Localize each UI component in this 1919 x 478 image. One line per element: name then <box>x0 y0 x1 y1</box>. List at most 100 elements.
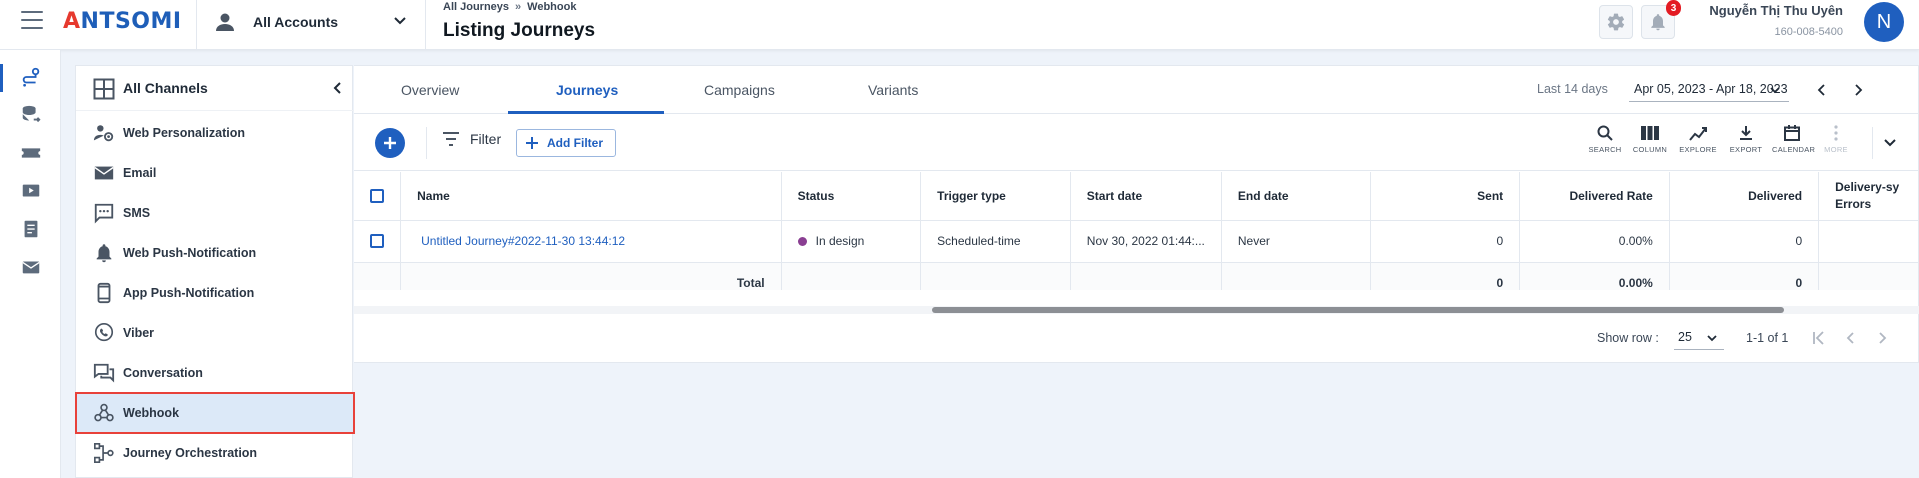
breadcrumb-all-journeys[interactable]: All Journeys <box>443 1 509 13</box>
more-label: MORE <box>1824 145 1848 154</box>
add-filter-button[interactable]: Add Filter <box>516 129 616 157</box>
column-button[interactable]: COLUMN <box>1630 123 1670 154</box>
rail-item-media[interactable] <box>0 174 61 208</box>
toolbar-divider <box>1872 127 1873 159</box>
total-empty-cell <box>781 262 922 290</box>
first-page-icon <box>1813 331 1824 345</box>
channel-webhook[interactable]: Webhook <box>75 392 355 434</box>
chevron-down-icon <box>1707 335 1717 342</box>
account-selector[interactable]: All Accounts <box>214 8 414 36</box>
journey-name-cell: Untitled Journey#2022-11-30 13:44:12 <box>400 220 782 263</box>
column-header-delivered[interactable]: Delivered <box>1669 172 1820 221</box>
column-header-start-date[interactable]: Start date <box>1070 172 1222 221</box>
logo[interactable]: ANTSOMI <box>63 9 182 34</box>
mail-icon <box>21 261 40 274</box>
search-button[interactable]: SEARCH <box>1585 123 1625 154</box>
channel-conversation[interactable]: Conversation <box>76 353 354 393</box>
horizontal-scrollbar[interactable] <box>354 306 1919 314</box>
scrollbar-thumb[interactable] <box>932 307 1784 313</box>
next-page-button[interactable] <box>1872 328 1892 348</box>
viber-icon <box>94 323 114 342</box>
all-channels-header[interactable]: All Channels <box>76 66 354 111</box>
select-all-cell <box>354 172 402 221</box>
column-header-trigger-type[interactable]: Trigger type <box>920 172 1071 221</box>
column-header-end-date[interactable]: End date <box>1221 172 1372 221</box>
active-tab-indicator <box>508 111 664 114</box>
select-all-checkbox[interactable] <box>370 189 385 204</box>
total-empty-cell <box>1221 262 1372 290</box>
date-range-selector[interactable]: Apr 05, 2023 - Apr 18, 2023 <box>1629 78 1789 102</box>
more-button[interactable]: MORE <box>1816 123 1856 154</box>
channel-web-personalization[interactable]: Web Personalization <box>76 113 354 153</box>
channel-web-push[interactable]: Web Push-Notification <box>76 233 354 273</box>
channel-email[interactable]: Email <box>76 153 354 193</box>
rail-item-data[interactable] <box>0 98 61 132</box>
settings-button[interactable] <box>1599 5 1633 39</box>
journey-name-link[interactable]: Untitled Journey#2022-11-30 13:44:12 <box>421 234 625 248</box>
column-header-name[interactable]: Name <box>400 172 782 221</box>
chevron-down-icon <box>1884 139 1896 147</box>
channel-panel: All Channels Web Personalization Email S… <box>75 65 355 478</box>
create-journey-button[interactable] <box>375 128 405 158</box>
header-divider <box>425 0 426 50</box>
previous-page-button[interactable] <box>1841 328 1861 348</box>
toolbar-expand-button[interactable] <box>1882 135 1898 154</box>
date-range-caption: Last 14 days <box>1537 82 1608 96</box>
total-empty-cell <box>1070 262 1222 290</box>
sent-cell: 0 <box>1370 220 1521 263</box>
filter-button[interactable]: Filter <box>442 131 501 147</box>
first-page-button[interactable] <box>1809 328 1829 348</box>
row-checkbox[interactable] <box>370 234 385 249</box>
chevron-down-icon <box>394 17 406 25</box>
chevron-left-icon[interactable] <box>331 81 345 95</box>
rail-item-reports[interactable] <box>0 212 61 246</box>
total-delivered-cell: 0 <box>1669 262 1820 290</box>
web-personalization-icon <box>93 125 114 142</box>
all-channels-title: All Channels <box>123 80 208 96</box>
channel-viber[interactable]: Viber <box>76 313 354 353</box>
more-icon <box>1834 125 1838 141</box>
total-empty-cell <box>920 262 1071 290</box>
channel-label: Web Push-Notification <box>123 246 257 260</box>
breadcrumb-webhook[interactable]: Webhook <box>527 1 576 13</box>
tab-overview[interactable]: Overview <box>401 82 459 98</box>
rail-item-tickets[interactable] <box>0 136 61 170</box>
previous-period-button[interactable] <box>1813 81 1831 99</box>
database-icon <box>22 105 41 123</box>
column-header-delivery-errors[interactable]: Delivery-sy Errors <box>1818 172 1919 221</box>
next-period-button[interactable] <box>1849 81 1867 99</box>
column-header-delivered-rate[interactable]: Delivered Rate <box>1519 172 1670 221</box>
calendar-button[interactable]: CALENDAR <box>1772 123 1816 154</box>
trigger-type-cell: Scheduled-time <box>920 220 1071 263</box>
calendar-label: CALENDAR <box>1772 145 1816 154</box>
add-filter-label: Add Filter <box>547 136 603 150</box>
menu-icon[interactable] <box>21 11 43 29</box>
export-button[interactable]: EXPORT <box>1726 123 1766 154</box>
notification-count-badge: 3 <box>1666 0 1681 16</box>
chevron-down-icon <box>1770 87 1780 94</box>
channel-journey-orchestration[interactable]: Journey Orchestration <box>76 433 354 473</box>
ticket-icon <box>21 148 40 158</box>
channel-label: Web Personalization <box>123 126 246 140</box>
rows-per-page-select[interactable]: 25 <box>1674 326 1724 350</box>
search-icon <box>1597 125 1613 141</box>
rail-item-mail[interactable] <box>0 250 61 284</box>
user-icon <box>216 13 234 31</box>
channel-app-push[interactable]: App Push-Notification <box>76 273 354 313</box>
column-header-sent[interactable]: Sent <box>1370 172 1521 221</box>
channel-label: Webhook <box>123 406 180 420</box>
page-range: 1-1 of 1 <box>1746 331 1789 345</box>
table-header-row: Name Status Trigger type Start date End … <box>354 172 1919 221</box>
tab-journeys[interactable]: Journeys <box>556 82 618 98</box>
tab-variants[interactable]: Variants <box>868 82 918 98</box>
media-icon <box>22 184 39 197</box>
journey-icon <box>22 67 39 87</box>
rail-item-journeys[interactable] <box>0 60 61 94</box>
table-row[interactable]: Untitled Journey#2022-11-30 13:44:12 In … <box>354 220 1919 263</box>
explore-button[interactable]: EXPLORE <box>1678 123 1718 154</box>
plus-icon <box>384 137 396 149</box>
avatar[interactable]: N <box>1864 2 1904 42</box>
column-header-status[interactable]: Status <box>781 172 922 221</box>
tab-campaigns[interactable]: Campaigns <box>704 82 775 98</box>
channel-sms[interactable]: SMS <box>76 193 354 233</box>
